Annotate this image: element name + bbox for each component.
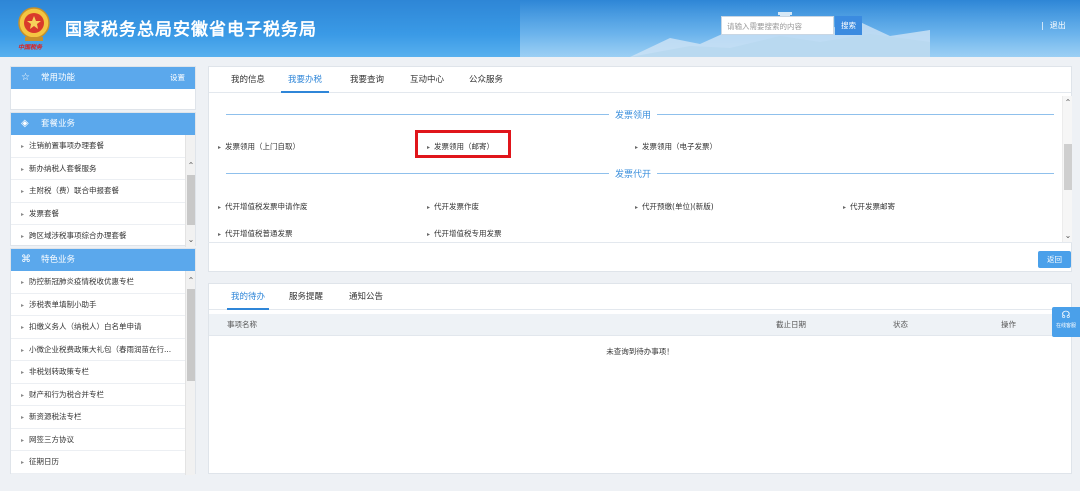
- tab-public-service[interactable]: 公众服务: [465, 67, 507, 93]
- sidebar-item[interactable]: ▸ 新办纳税人套餐服务: [11, 158, 187, 180]
- featured-list: ▸ 防控新冠肺炎疫情税收优惠专栏 ▸ 涉税表单填制小助手 ▸ 扣缴义务人（纳税人）白名…: [11, 271, 195, 475]
- main-tabs: 我的信息 我要办税 我要查询 互动中心 公众服务: [209, 67, 1071, 93]
- tab-my-info[interactable]: 我的信息: [227, 67, 269, 93]
- logout-label: 退出: [1049, 21, 1066, 30]
- site-title: 国家税务总局安徽省电子税务局: [65, 20, 317, 40]
- scroll-down-icon[interactable]: ⌄: [186, 235, 195, 245]
- headset-icon: ☊: [1061, 310, 1071, 321]
- package-business-title: 套餐业务: [41, 119, 76, 129]
- scroll-thumb[interactable]: [187, 175, 195, 225]
- section-title-invoice-agent: 发票代开: [609, 167, 658, 180]
- emblem-caption: 中国税务: [18, 44, 43, 51]
- sidebar-item[interactable]: ▸ 发票套餐: [11, 203, 187, 225]
- link-invoice-electronic[interactable]: ▸ 发票领用（电子发票）: [635, 141, 717, 152]
- tab-my-todo[interactable]: 我的待办: [227, 284, 269, 310]
- common-functions-panel: ☆ 常用功能 设置: [10, 66, 196, 110]
- header-separator: |: [1041, 21, 1044, 30]
- sidebar-item[interactable]: ▸ 主附税（费）联合申报套餐: [11, 180, 187, 203]
- column-status: 状态: [893, 320, 908, 329]
- section-title-invoice-collection: 发票领用: [609, 108, 658, 121]
- link-agent-void[interactable]: ▸ 代开发票作废: [427, 201, 479, 212]
- package-scrollbar[interactable]: ⌃ ⌄: [185, 135, 195, 247]
- search-button[interactable]: 搜索: [835, 16, 862, 35]
- common-functions-header: ☆ 常用功能 设置: [11, 67, 195, 89]
- column-deadline: 截止日期: [776, 320, 806, 329]
- empty-message: 未查询到待办事项！: [606, 347, 674, 356]
- scroll-up-icon[interactable]: ⌃: [186, 276, 195, 286]
- link-agent-mail[interactable]: ▸ 代开发票邮寄: [843, 201, 895, 212]
- scroll-down-icon[interactable]: ⌄: [1063, 231, 1073, 240]
- sidebar-item[interactable]: ▸ 防控新冠肺炎疫情税收优惠专栏: [11, 271, 187, 294]
- sidebar-item[interactable]: ▸ 征期日历: [11, 451, 187, 474]
- tax-emblem-icon: [18, 7, 50, 41]
- logout-link[interactable]: | 退出: [1041, 20, 1066, 31]
- highlight-annotation: [415, 130, 511, 158]
- sidebar-item[interactable]: ▸ 扣缴义务人（纳税人）白名单申请: [11, 316, 187, 339]
- todo-table-header: 事项名称 截止日期 状态 操作: [209, 314, 1071, 336]
- search-input[interactable]: 请输入需要搜索的内容: [721, 16, 834, 35]
- featured-business-panel: ⌘ 特色业务 ▸ 防控新冠肺炎疫情税收优惠专栏 ▸ 涉税表单填制小助手 ▸ 扣缴义务人（…: [10, 248, 196, 475]
- todo-tabs: 我的待办 服务提醒 通知公告: [209, 284, 1071, 310]
- common-functions-title: 常用功能: [41, 73, 76, 83]
- link-agent-prepay[interactable]: ▸ 代开预缴(单位)(新版): [635, 201, 714, 212]
- online-service-button[interactable]: ☊ 在线客服: [1052, 307, 1080, 337]
- package-list: ▸ 注销前置事项办理套餐 ▸ 新办纳税人套餐服务 ▸ 主附税（费）联合申报套餐 ▸ 发票…: [11, 135, 195, 247]
- scroll-thumb[interactable]: [1064, 144, 1072, 190]
- link-agent-special[interactable]: ▸ 代开增值税专用发票: [427, 228, 502, 239]
- scroll-up-icon[interactable]: ⌃: [186, 161, 195, 171]
- settings-link[interactable]: 设置: [170, 67, 185, 89]
- sidebar-item[interactable]: ▸ 注销前置事项办理套餐: [11, 135, 187, 158]
- link-invoice-pickup[interactable]: ▸ 发票领用（上门自取）: [218, 141, 300, 152]
- back-button[interactable]: 返回: [1038, 251, 1071, 268]
- tab-handle-tax[interactable]: 我要办税: [281, 67, 329, 93]
- sidebar-item[interactable]: ▸ 财产和行为税合并专栏: [11, 384, 187, 406]
- panel-divider: [208, 242, 1072, 243]
- featured-scrollbar[interactable]: ⌃: [185, 271, 195, 475]
- site-header: 中国税务 国家税务总局安徽省电子税务局 请输入需要搜索的内容 搜索 | 退出: [0, 0, 1080, 57]
- tab-service-reminder[interactable]: 服务提醒: [285, 284, 327, 310]
- featured-business-header: ⌘ 特色业务: [11, 249, 195, 271]
- link-agent-ordinary[interactable]: ▸ 代开增值税普通发票: [218, 228, 293, 239]
- tab-notice[interactable]: 通知公告: [345, 284, 387, 310]
- online-service-label: 在线客服: [1055, 323, 1076, 329]
- sidebar-item[interactable]: ▸ 非税划转政策专栏: [11, 361, 187, 384]
- scroll-up-icon[interactable]: ⌃: [1063, 98, 1073, 107]
- star-icon: ☆: [21, 72, 30, 83]
- layers-icon: ◈: [21, 118, 29, 129]
- tab-interaction[interactable]: 互动中心: [406, 67, 448, 93]
- tab-query[interactable]: 我要查询: [346, 67, 388, 93]
- sidebar-item[interactable]: ▸ 网签三方协议: [11, 429, 187, 451]
- scroll-thumb[interactable]: [187, 289, 195, 381]
- package-business-header: ◈ 套餐业务: [11, 113, 195, 135]
- featured-business-title: 特色业务: [41, 255, 76, 265]
- package-business-panel: ◈ 套餐业务 ▸ 注销前置事项办理套餐 ▸ 新办纳税人套餐服务 ▸ 主附税（费）联合申报…: [10, 112, 196, 247]
- sidebar-item[interactable]: ▸ 跨区域涉税事项综合办理套餐: [11, 225, 187, 247]
- service-scrollbar[interactable]: ⌃ ⌄: [1062, 96, 1072, 242]
- column-action: 操作: [1001, 320, 1016, 329]
- todo-panel: 我的待办 服务提醒 通知公告 事项名称 截止日期 状态 操作 未查询到待办事项！: [208, 283, 1072, 474]
- sidebar-item[interactable]: ▸ 新资源税法专栏: [11, 406, 187, 429]
- column-item-name: 事项名称: [227, 320, 257, 329]
- link-agent-void-request[interactable]: ▸ 代开增值税发票申请作废: [218, 201, 308, 212]
- sidebar-item[interactable]: ▸ 小微企业税费政策大礼包（春雨润苗在行...: [11, 339, 187, 361]
- sidebar-item[interactable]: ▸ 涉税表单填制小助手: [11, 294, 187, 316]
- grid-icon: ⌘: [21, 254, 31, 265]
